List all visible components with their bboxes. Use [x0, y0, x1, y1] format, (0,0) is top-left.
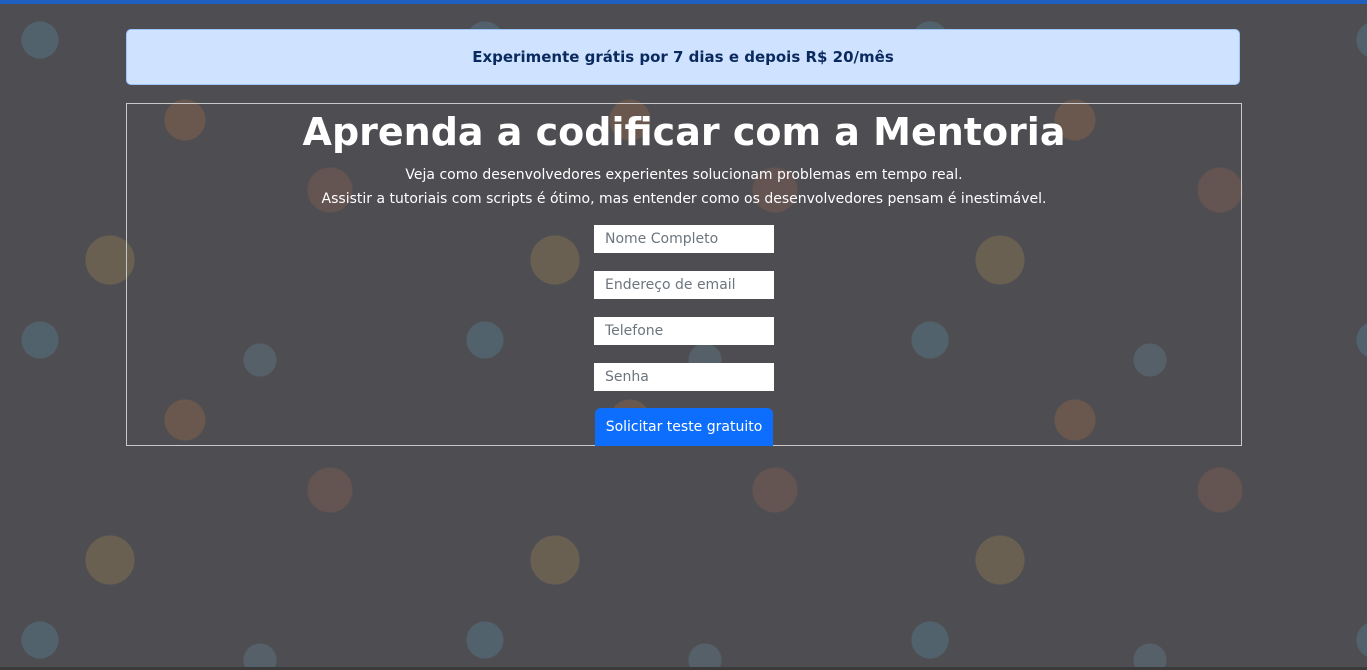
- signup-panel: Aprenda a codificar com a Mentoria Veja …: [126, 103, 1242, 446]
- top-accent-bar: [0, 0, 1367, 4]
- promo-banner: Experimente grátis por 7 dias e depois R…: [126, 29, 1240, 85]
- subtitle-line-2: Assistir a tutoriais com scripts é ótimo…: [321, 191, 1047, 207]
- subtitle: Veja como desenvolvedores experientes so…: [127, 163, 1241, 211]
- page-title: Aprenda a codificar com a Mentoria: [302, 110, 1066, 154]
- request-free-trial-button[interactable]: Solicitar teste gratuito: [595, 408, 773, 446]
- phone-input[interactable]: [594, 317, 774, 345]
- password-input[interactable]: [594, 363, 774, 391]
- full-name-input[interactable]: [594, 225, 774, 253]
- page: { "banner": { "text": "Experimente gráti…: [0, 0, 1367, 670]
- subtitle-line-1: Veja como desenvolvedores experientes so…: [405, 167, 963, 183]
- email-input[interactable]: [594, 271, 774, 299]
- promo-banner-text: Experimente grátis por 7 dias e depois R…: [472, 48, 894, 66]
